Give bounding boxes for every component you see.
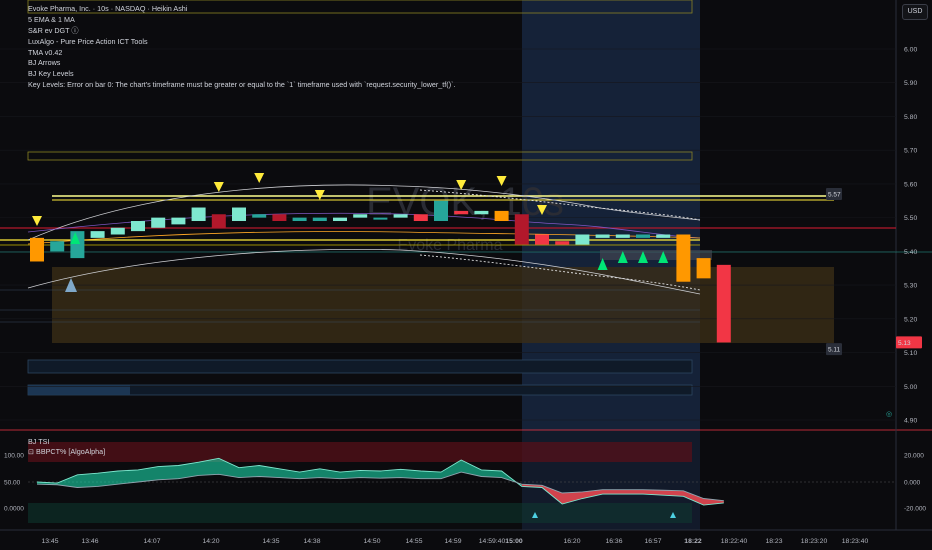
- candle: [716, 264, 731, 343]
- price-tick-label: 5.80: [904, 114, 917, 121]
- price-tick-label: 5.40: [904, 249, 917, 256]
- candle: [373, 217, 388, 220]
- indicator-label-2[interactable]: S&R ev DGT ⓘ: [28, 26, 455, 37]
- time-tick-label: 14:07: [143, 538, 160, 545]
- time-tick-label: 13:46: [81, 538, 98, 545]
- indicator-right-tick: 20.000: [904, 453, 924, 460]
- time-tick-label: 14:38: [303, 538, 320, 545]
- candle: [575, 234, 590, 245]
- indicator-right-tick: 0.000: [904, 480, 921, 487]
- candle: [151, 217, 166, 228]
- price-tick-label: 5.60: [904, 181, 917, 188]
- candle: [292, 217, 307, 222]
- price-tick-label: 4.90: [904, 418, 917, 425]
- candle: [494, 210, 509, 222]
- time-tick-label: 14:59:40: [479, 538, 506, 545]
- time-tick-label: 14:20: [202, 538, 219, 545]
- price-tag-label: 5.13: [898, 340, 911, 347]
- price-tick-label: 5.10: [904, 350, 917, 357]
- candle: [353, 214, 368, 218]
- candle: [30, 237, 44, 262]
- candle: [656, 234, 671, 238]
- indicator-left-tick: 100.00: [4, 453, 24, 460]
- candle: [434, 200, 448, 222]
- candle: [615, 234, 630, 238]
- time-tick-label: 16:36: [605, 538, 622, 545]
- price-tag-label: 5.11: [828, 347, 841, 354]
- price-tick-label: 6.00: [904, 47, 917, 54]
- time-tick-label: 18:23:40: [842, 538, 869, 545]
- candle: [90, 231, 105, 238]
- indicator-label-1[interactable]: 5 EMA & 1 MA: [28, 15, 455, 26]
- indicator-left-tick: 0.0000: [4, 506, 24, 513]
- time-tick-label: 18:23: [765, 538, 782, 545]
- time-tick-label: 14:59: [444, 538, 461, 545]
- time-tick-label: 14:55: [405, 538, 422, 545]
- indicator-left-tick: 50.00: [4, 480, 21, 487]
- candle: [232, 207, 246, 222]
- indicator-error-message: Key Levels: Error on bar 0: The chart's …: [28, 80, 456, 90]
- time-tick-label: 18:22: [684, 538, 702, 545]
- tsi-label[interactable]: BJ TSI: [28, 437, 105, 447]
- candle: [252, 214, 267, 218]
- candle: [413, 214, 428, 222]
- candle: [70, 231, 85, 259]
- time-tick-label: 14:35: [262, 538, 279, 545]
- candle: [393, 214, 408, 218]
- indicator-label-5[interactable]: BJ Arrows: [28, 58, 455, 69]
- indicator-label-3[interactable]: LuxAlgo - Pure Price Action ICT Tools: [28, 37, 455, 48]
- price-tick-label: 5.00: [904, 384, 917, 391]
- time-tick-label: 18:23:20: [801, 538, 828, 545]
- price-tick-label: 5.20: [904, 316, 917, 323]
- price-tick-label: 5.30: [904, 283, 917, 290]
- candle: [636, 234, 650, 238]
- candle: [535, 234, 549, 245]
- gray-level-band: [600, 250, 712, 260]
- candle: [272, 214, 287, 222]
- candle: [131, 221, 145, 232]
- fvg-box-1: [27, 359, 693, 374]
- candle: [595, 234, 610, 238]
- candle: [555, 241, 570, 245]
- bbpct-label[interactable]: ⊡ BBPCT% [AlgoAlpha]: [28, 447, 105, 457]
- candle: [312, 217, 327, 222]
- candle: [333, 217, 347, 222]
- chart-legend: Evoke Pharma, Inc. · 10s · NASDAQ · Heik…: [28, 4, 455, 91]
- indicator-label-6[interactable]: BJ Key Levels: [28, 69, 455, 80]
- overbought-zone: [28, 442, 692, 462]
- candle: [211, 214, 226, 228]
- candle: [191, 207, 206, 222]
- time-tick-label: 14:50: [363, 538, 380, 545]
- price-tick-label: 5.90: [904, 80, 917, 87]
- symbol-title[interactable]: Evoke Pharma, Inc. · 10s · NASDAQ · Heik…: [28, 4, 455, 15]
- candle: [676, 234, 691, 282]
- time-tick-label: 13:45: [41, 538, 58, 545]
- indicator-right-tick: -20.000: [904, 506, 926, 513]
- candle: [171, 217, 186, 225]
- time-tick-label: 15:00: [505, 538, 523, 545]
- oversold-zone: [28, 503, 692, 523]
- price-tick-label: 5.70: [904, 148, 917, 155]
- candle: [50, 241, 65, 252]
- candle: [454, 210, 469, 215]
- price-tag-label: 5.57: [828, 192, 841, 199]
- indicator-label-4[interactable]: TMA v0.42: [28, 48, 455, 59]
- time-tick-label: 18:22:40: [721, 538, 748, 545]
- candle: [696, 258, 711, 279]
- time-tick-label: 16:20: [563, 538, 580, 545]
- candle: [474, 210, 489, 215]
- order-block-zone: [52, 267, 834, 343]
- candle: [514, 214, 529, 245]
- eye-icon[interactable]: ◎: [886, 411, 892, 418]
- price-tick-label: 5.50: [904, 215, 917, 222]
- indicator-pane-legend: BJ TSI ⊡ BBPCT% [AlgoAlpha]: [28, 437, 105, 457]
- currency-button[interactable]: USD: [902, 4, 928, 20]
- candle: [110, 227, 125, 235]
- time-tick-label: 16:57: [644, 538, 661, 545]
